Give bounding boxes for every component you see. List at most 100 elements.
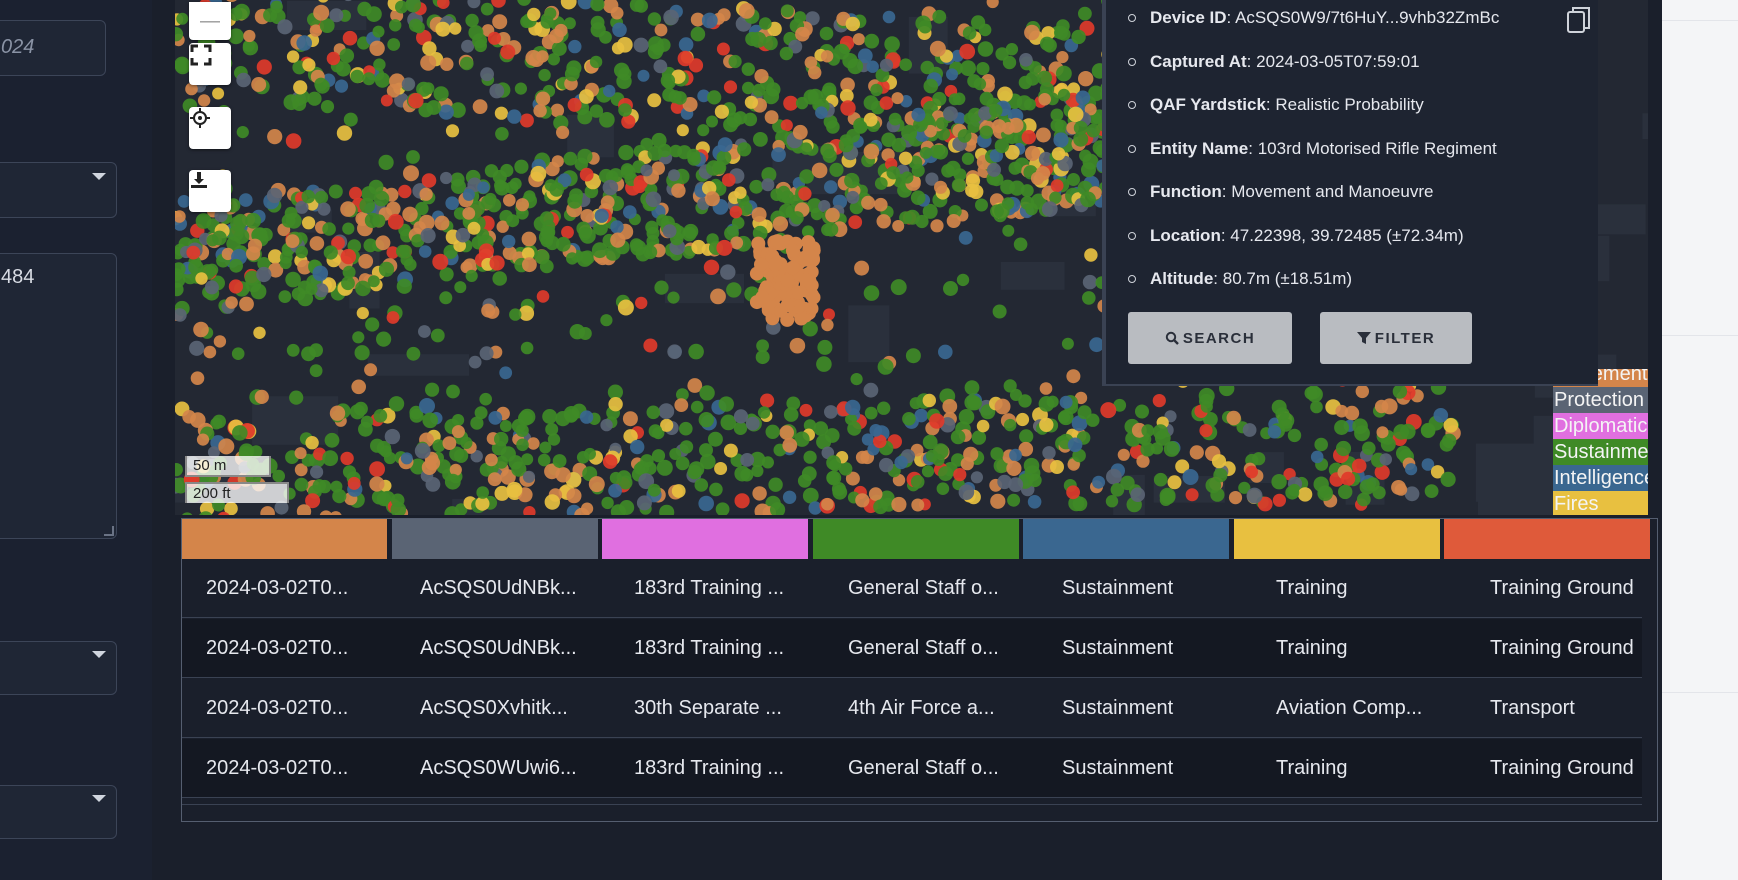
scale-metric-label: 50 m	[193, 457, 227, 474]
notes-textarea[interactable]: 484	[0, 253, 117, 539]
map-point	[770, 234, 785, 249]
map-point	[372, 25, 385, 38]
map-point	[527, 7, 541, 22]
map-point	[380, 94, 393, 107]
map-point	[446, 384, 460, 399]
map-point	[567, 97, 582, 112]
map-point	[677, 50, 693, 67]
map-point	[419, 398, 435, 414]
search-button[interactable]: SEARCH	[1128, 312, 1292, 364]
map-point	[881, 132, 896, 148]
download-button[interactable]	[189, 170, 231, 212]
map-point	[760, 393, 775, 408]
zoom-out-button[interactable]: —	[189, 2, 231, 40]
map-point	[671, 484, 686, 498]
map-point	[182, 512, 193, 515]
map-point	[706, 115, 718, 128]
table-row[interactable]: 2024-03-02T0... AcSQS0Xvhitk... 30th Separ…	[182, 679, 1642, 738]
map-point	[1082, 274, 1098, 290]
map-point	[1024, 24, 1040, 41]
map-point	[779, 46, 794, 61]
table-row[interactable]: 2024-03-02T0... AcSQS0UdNBk... 183rd Train…	[182, 559, 1642, 618]
map-point	[961, 152, 975, 165]
map-point	[347, 476, 361, 490]
map-point	[773, 303, 788, 318]
map-point	[716, 42, 730, 56]
resize-handle-icon[interactable]	[104, 526, 114, 536]
map-point	[468, 355, 482, 369]
date-input[interactable]: 024	[0, 20, 106, 76]
map-point	[320, 100, 335, 114]
map-point	[934, 180, 948, 194]
map-point	[278, 290, 292, 303]
map-point	[508, 455, 523, 470]
map-point	[1039, 417, 1054, 432]
map-point	[610, 220, 624, 234]
map-point	[578, 227, 592, 241]
map-point	[589, 55, 603, 69]
map-point	[195, 272, 208, 285]
map-point	[822, 148, 837, 163]
map-point	[418, 245, 432, 258]
map-point	[798, 187, 812, 201]
map-point	[1356, 492, 1371, 507]
map-point	[752, 83, 766, 97]
map-point	[645, 191, 662, 208]
map-point	[1078, 6, 1092, 21]
fullscreen-button[interactable]	[189, 43, 231, 85]
copy-icon[interactable]	[1566, 6, 1592, 36]
table-cell: General Staff o...	[848, 577, 999, 599]
map-point	[514, 82, 527, 95]
map-point	[1073, 120, 1088, 135]
map-point	[765, 424, 780, 439]
map-point	[957, 129, 972, 143]
map-point	[870, 83, 883, 97]
map-point	[647, 12, 662, 26]
map-point	[577, 148, 593, 164]
map-point	[519, 113, 534, 128]
map-point	[506, 214, 520, 228]
map-point	[744, 95, 759, 109]
map-point	[544, 179, 557, 192]
map-point	[970, 471, 984, 484]
divider	[1662, 692, 1738, 693]
map-point	[342, 222, 355, 235]
table-row[interactable]: 2024-03-02T0... AcSQS0UdNBk... 183rd Train…	[182, 619, 1642, 678]
map-point	[869, 424, 883, 437]
map-point	[373, 58, 386, 71]
map-point	[462, 207, 476, 220]
map-point	[1040, 36, 1055, 51]
map-point	[340, 201, 356, 217]
map-point	[755, 290, 770, 305]
map-point	[328, 184, 343, 199]
map-point	[1213, 468, 1228, 483]
map-point	[1424, 484, 1439, 498]
select-dropdown-2[interactable]	[0, 641, 117, 695]
select-dropdown-1[interactable]	[0, 162, 117, 218]
zoom-out-icon: —	[200, 9, 220, 32]
table-cell: Sustainment	[1062, 757, 1174, 779]
locate-button[interactable]	[189, 107, 231, 149]
map-point	[522, 470, 536, 483]
map-point	[294, 447, 307, 460]
map-point	[726, 282, 742, 298]
select-dropdown-3[interactable]	[0, 785, 117, 839]
map-point	[877, 358, 894, 375]
map-point	[745, 416, 760, 431]
map-point	[1392, 384, 1408, 399]
map-point	[310, 465, 324, 479]
map-point	[425, 382, 440, 397]
map-point	[950, 429, 966, 445]
fullscreen-icon	[190, 44, 212, 66]
table-row[interactable]: 2024-03-02T0... AcSQS0WUwi6... 183rd Train…	[182, 739, 1642, 798]
map-point	[824, 428, 840, 443]
map-point	[635, 296, 648, 310]
map-point	[516, 438, 529, 452]
map-point	[190, 371, 205, 386]
map-point	[653, 59, 668, 74]
filter-button[interactable]: FILTER	[1320, 312, 1472, 364]
map-point	[1271, 474, 1287, 490]
map-point	[479, 392, 493, 406]
map-point	[426, 100, 442, 115]
map-point	[654, 280, 669, 295]
